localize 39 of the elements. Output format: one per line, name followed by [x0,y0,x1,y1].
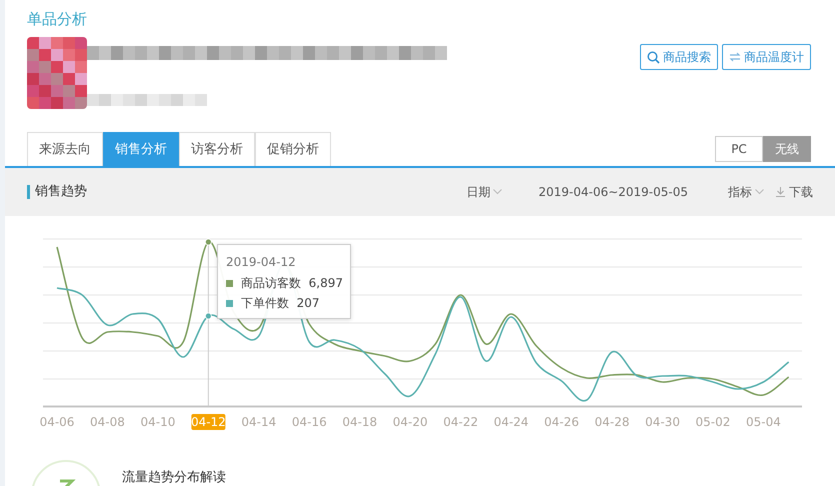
series-value: 下单件数 207 [241,295,320,312]
download-icon [776,187,785,197]
axis-label: 04-12 [190,414,226,430]
tab[interactable]: 促销分析 [255,132,331,166]
insight-title: 流量趋势分布解读 [122,469,226,486]
insight-icon [30,459,102,486]
header-button[interactable]: 商品温度计 [722,44,811,70]
axis-label: 04-20 [392,415,428,429]
dropdown[interactable]: 日期 [466,183,502,201]
axis-label: 04-08 [90,415,125,429]
axis-label: 04-14 [241,415,276,429]
axis-label: 05-04 [746,415,781,429]
dropdown[interactable]: 指标 [728,183,764,201]
axis-label: 04-06 [40,415,74,429]
axis-label: 04-10 [140,415,176,429]
tooltip-title: 2019-04-12 [226,254,297,271]
date-range[interactable]: 2019-04-06~2019-05-05 [538,183,688,201]
axis-label: 04-28 [594,415,630,429]
tab[interactable]: 来源去向 [27,132,103,166]
data-point [204,238,212,246]
chevron-down-icon [755,189,764,195]
axis-label: 04-24 [494,415,529,429]
axis-label: 04-16 [292,415,327,429]
download-link[interactable]: 下载 [776,183,813,201]
axis-label: 04-26 [544,415,580,429]
axis-label: 04-18 [342,415,378,429]
panel-title: 销售趋势 [27,185,87,199]
swap-icon [729,52,741,62]
toggle-button[interactable]: PC [715,136,763,162]
page-title: 单品分析 [26,9,88,30]
tab[interactable]: 访客分析 [179,132,255,166]
chevron-down-icon [493,189,502,195]
data-point [204,312,212,320]
header-button[interactable]: 商品搜索 [640,44,718,70]
axis-label: 04-30 [645,415,680,429]
axis-label: 05-02 [696,415,730,429]
search-icon [647,50,660,64]
series-value: 商品访客数 6,897 [241,275,343,292]
axis-label: 04-22 [443,415,478,429]
